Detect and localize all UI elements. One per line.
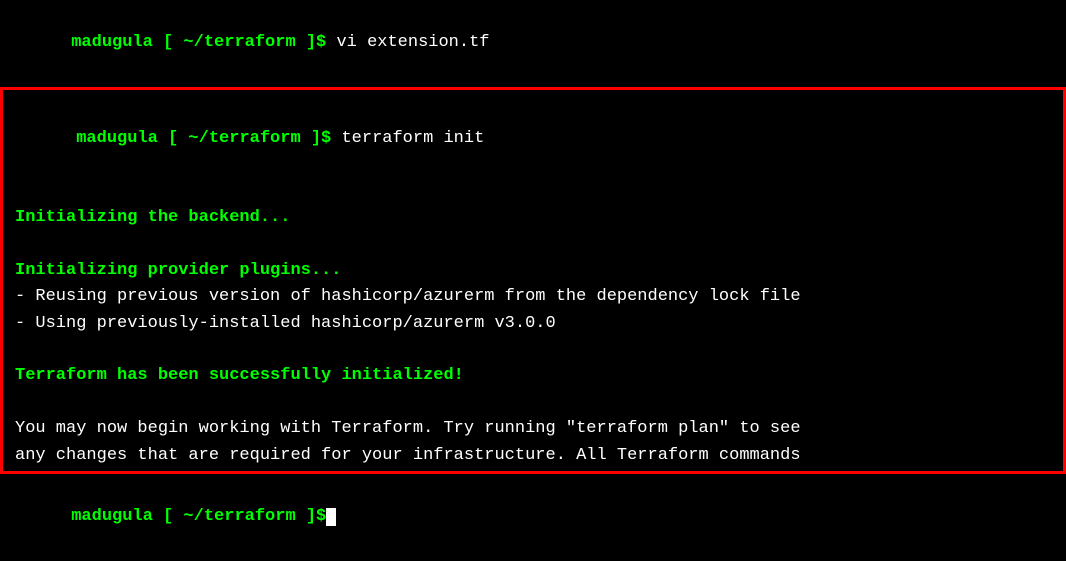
main-bordered-content: madugula [ ~/terraform ]$ terraform init… — [0, 87, 1066, 474]
output-line-blank-1 — [15, 179, 1051, 205]
top-command: vi extension.tf — [326, 33, 489, 52]
output-line-reusing: - Reusing previous version of hashicorp/… — [15, 284, 1051, 310]
output-line-blank-3 — [15, 337, 1051, 363]
init-prompt: madugula [ ~/terraform ]$ — [76, 129, 331, 148]
output-line-initializing-plugins: Initializing provider plugins... — [15, 258, 1051, 284]
output-line-any-changes: any changes that are required for your i… — [15, 443, 1051, 469]
init-command-line: madugula [ ~/terraform ]$ terraform init — [15, 100, 1051, 179]
bottom-prompt-line: madugula [ ~/terraform ]$ — [10, 478, 1056, 557]
output-line-blank-2 — [15, 232, 1051, 258]
output-line-using: - Using previously-installed hashicorp/a… — [15, 311, 1051, 337]
output-line-may-now: You may now begin working with Terraform… — [15, 416, 1051, 442]
output-line-initializing-backend: Initializing the backend... — [15, 205, 1051, 231]
top-bar: madugula [ ~/terraform ]$ vi extension.t… — [0, 0, 1066, 87]
cursor — [326, 508, 336, 526]
output-line-blank-4 — [15, 390, 1051, 416]
terminal-window: madugula [ ~/terraform ]$ vi extension.t… — [0, 0, 1066, 561]
bottom-bar: madugula [ ~/terraform ]$ — [0, 474, 1066, 561]
output-line-success: Terraform has been successfully initiali… — [15, 363, 1051, 389]
top-prompt: madugula [ ~/terraform ]$ — [71, 33, 326, 52]
top-command-line: madugula [ ~/terraform ]$ vi extension.t… — [10, 4, 1056, 83]
init-command: terraform init — [331, 129, 484, 148]
bottom-prompt: madugula [ ~/terraform ]$ — [71, 507, 326, 526]
